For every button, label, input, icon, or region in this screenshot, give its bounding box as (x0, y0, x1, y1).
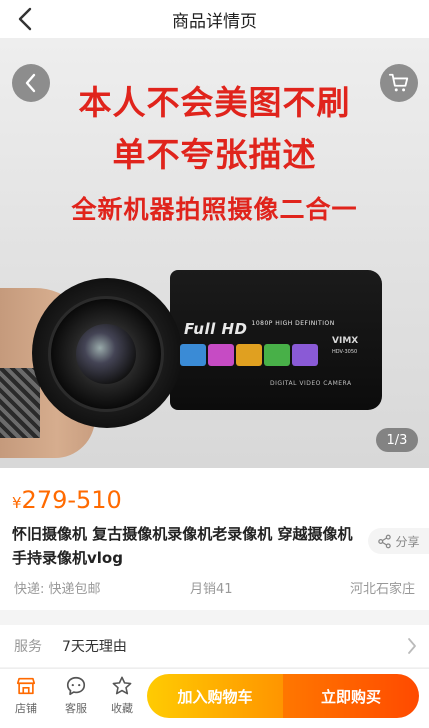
product-info: ¥279-510 怀旧摄像机 复古摄像机录像机老录像机 穿越摄像机手持录像机vl… (0, 468, 429, 610)
price-value: 279-510 (21, 486, 122, 514)
buy-now-button[interactable]: 立即购买 (283, 674, 419, 718)
image-counter: 1/3 (376, 428, 418, 452)
overlay-text-line-1: 本人不会美图不刷 (78, 83, 351, 122)
cart-button[interactable] (380, 64, 418, 102)
shipping-info: 快递: 快递包邮 (14, 582, 101, 597)
favorite-label: 收藏 (111, 702, 133, 715)
favorite-tab[interactable]: 收藏 (102, 675, 142, 723)
location: 河北石家庄 (349, 582, 415, 597)
service-label: 服务 (14, 639, 42, 655)
gallery-back-button[interactable] (12, 64, 50, 102)
overlay-text-line-2: 单不夸张描述 (112, 135, 317, 174)
back-button[interactable] (10, 4, 40, 34)
chevron-left-icon (25, 73, 36, 93)
camera-badge (264, 344, 290, 366)
store-icon (16, 677, 36, 695)
overlay-text-line-3: 全新机器拍照摄像二合一 (71, 195, 358, 224)
share-icon (378, 534, 392, 548)
chevron-right-icon (408, 638, 416, 654)
star-icon (112, 676, 132, 695)
shop-tab[interactable]: 店铺 (6, 675, 46, 723)
product-title: 怀旧摄像机 复古摄像机录像机老录像机 穿越摄像机手持录像机vlog (12, 525, 353, 567)
camera-badge (180, 344, 206, 366)
product-detail-page: 商品详情页 Full HD 1080P HIGH DEFINITION VIMX H… (0, 0, 429, 728)
currency-symbol: ¥ (12, 494, 22, 512)
chat-icon (66, 676, 86, 696)
camera-badge (292, 344, 318, 366)
shopping-cart-icon (388, 73, 409, 92)
shop-label: 店铺 (15, 702, 37, 715)
product-image-gallery[interactable]: Full HD 1080P HIGH DEFINITION VIMX HDV-305… (0, 38, 429, 468)
page-title: 商品详情页 (172, 11, 257, 32)
service-row[interactable]: 服务 7天无理由 (0, 625, 429, 667)
product-meta-row: 快递: 快递包邮 月销41 河北石家庄 (0, 578, 429, 598)
share-button[interactable]: 分享 (368, 528, 429, 554)
camera-feature-badges (180, 344, 318, 366)
camera-footer-text: DIGITAL VIDEO CAMERA (270, 380, 352, 387)
camera-badge (236, 344, 262, 366)
camera-lens-glass (76, 324, 136, 384)
camera-display-text: Full HD 1080P HIGH DEFINITION (184, 320, 335, 338)
customer-service-tab[interactable]: 客服 (56, 675, 96, 723)
chevron-left-icon (18, 7, 32, 31)
service-value: 7天无理由 (62, 639, 127, 655)
camera-badge (208, 344, 234, 366)
price: ¥279-510 (12, 486, 122, 514)
share-label: 分享 (395, 534, 420, 549)
monthly-sales: 月销41 (190, 582, 233, 597)
camera-brand-logo: VIMX HDV-3050 (332, 336, 359, 355)
camera-strap-image (0, 368, 40, 438)
service-label: 客服 (65, 702, 87, 715)
top-bar: 商品详情页 (0, 0, 429, 38)
add-to-cart-button[interactable]: 加入购物车 (147, 674, 283, 718)
